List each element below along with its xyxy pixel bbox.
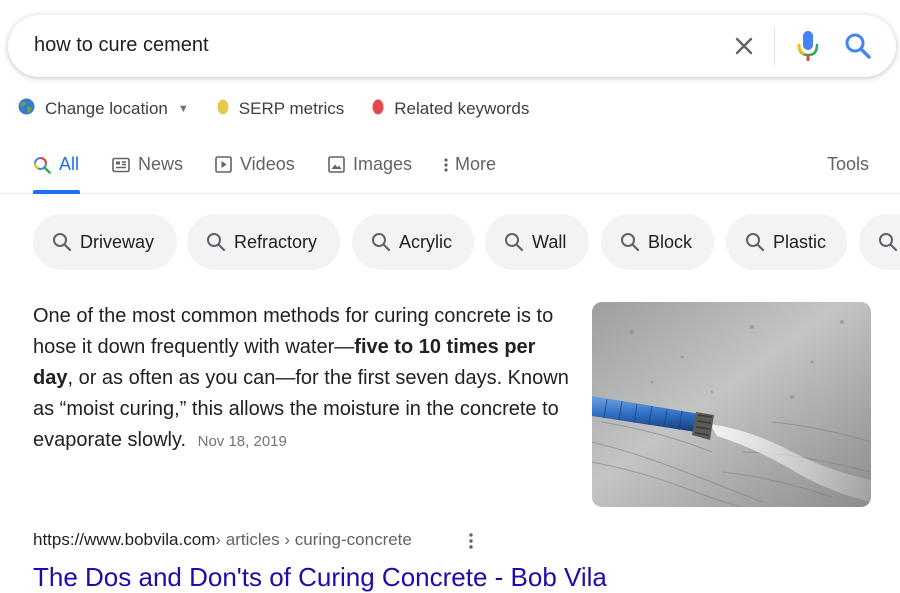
- result-breadcrumb: › articles › curing-concrete: [215, 530, 412, 549]
- related-keywords-label: Related keywords: [394, 99, 530, 118]
- tools-button[interactable]: Tools: [827, 154, 869, 175]
- chip-block[interactable]: Block: [601, 214, 714, 270]
- chip-label: Acrylic: [399, 231, 452, 252]
- chevron-down-icon: ▼: [177, 103, 189, 115]
- clear-search-button[interactable]: [730, 32, 758, 60]
- related-search-chips: Driveway Refractory Acrylic Wall Block P…: [33, 214, 900, 270]
- chip-refractory[interactable]: Refractory: [187, 214, 340, 270]
- tab-news-label: News: [138, 154, 184, 174]
- chip-acrylic[interactable]: Acrylic: [352, 214, 474, 270]
- snippet-text-after: , or as often as you can—for the first s…: [33, 367, 569, 451]
- globe-icon: [18, 98, 35, 120]
- snippet-date: Nov 18, 2019: [197, 433, 287, 450]
- tab-videos-label: Videos: [240, 154, 295, 174]
- yellow-dot-icon: [217, 99, 229, 120]
- featured-snippet-text: One of the most common methods for curin…: [33, 301, 578, 457]
- microphone-icon: [797, 31, 819, 61]
- search-icon: [621, 233, 640, 252]
- chip-driveway[interactable]: Driveway: [33, 214, 177, 270]
- tab-images-label: Images: [353, 154, 413, 174]
- search-input[interactable]: how to cure cement: [34, 34, 209, 57]
- tab-more[interactable]: More: [443, 154, 496, 175]
- search-icon: [505, 233, 524, 252]
- tab-all-label: All: [59, 154, 80, 174]
- chip-label: Driveway: [80, 231, 155, 252]
- voice-search-button[interactable]: [793, 29, 823, 63]
- search-box[interactable]: how to cure cement: [8, 15, 896, 77]
- more-vertical-icon: [469, 533, 473, 549]
- result-title-link[interactable]: The Dos and Don'ts of Curing Concrete - …: [33, 562, 607, 593]
- change-location-label: Change location: [45, 99, 168, 118]
- change-location-button[interactable]: Change location ▼: [18, 98, 189, 120]
- tab-more-label: More: [455, 154, 497, 174]
- search-tabs: All News Videos Images More Tools: [0, 148, 900, 194]
- active-tab-indicator: [33, 190, 80, 194]
- search-icon: [845, 33, 871, 59]
- result-url[interactable]: https://www.bobvila.com › articles › cur…: [33, 530, 412, 550]
- chip-more[interactable]: [859, 214, 900, 270]
- garden-hose-photo: [592, 302, 871, 507]
- play-icon: [215, 156, 232, 173]
- search-icon: [53, 233, 72, 252]
- close-icon: [735, 37, 753, 55]
- result-domain: https://www.bobvila.com: [33, 530, 216, 549]
- serp-metrics-button[interactable]: SERP metrics: [217, 99, 345, 120]
- tab-news[interactable]: News: [112, 154, 183, 175]
- serp-metrics-label: SERP metrics: [238, 99, 345, 118]
- tab-images[interactable]: Images: [328, 154, 412, 175]
- more-vertical-icon: [443, 157, 449, 173]
- search-icon: [746, 233, 765, 252]
- newspaper-icon: [112, 157, 130, 173]
- chip-plastic[interactable]: Plastic: [726, 214, 847, 270]
- tab-all[interactable]: All: [33, 154, 79, 175]
- search-icon: [372, 233, 391, 252]
- search-icon: [33, 156, 51, 174]
- search-divider: [774, 27, 775, 65]
- result-options-button[interactable]: [463, 530, 479, 552]
- red-dot-icon: [372, 99, 384, 120]
- chip-label: Wall: [532, 231, 567, 252]
- chip-label: Plastic: [773, 231, 827, 252]
- tools-label: Tools: [827, 154, 870, 174]
- image-icon: [328, 156, 345, 173]
- chip-label: Refractory: [234, 231, 318, 252]
- extension-toolbar: Change location ▼ SERP metrics Related k…: [18, 96, 557, 122]
- related-keywords-button[interactable]: Related keywords: [372, 99, 529, 120]
- chip-label: Block: [648, 231, 693, 252]
- search-icon: [207, 233, 226, 252]
- search-results-page: how to cure cement Change location ▼ SER…: [0, 0, 900, 593]
- tab-videos[interactable]: Videos: [215, 154, 295, 175]
- chip-wall[interactable]: Wall: [485, 214, 589, 270]
- search-icon: [879, 233, 898, 252]
- search-button[interactable]: [842, 30, 874, 62]
- featured-snippet-image[interactable]: [592, 302, 871, 507]
